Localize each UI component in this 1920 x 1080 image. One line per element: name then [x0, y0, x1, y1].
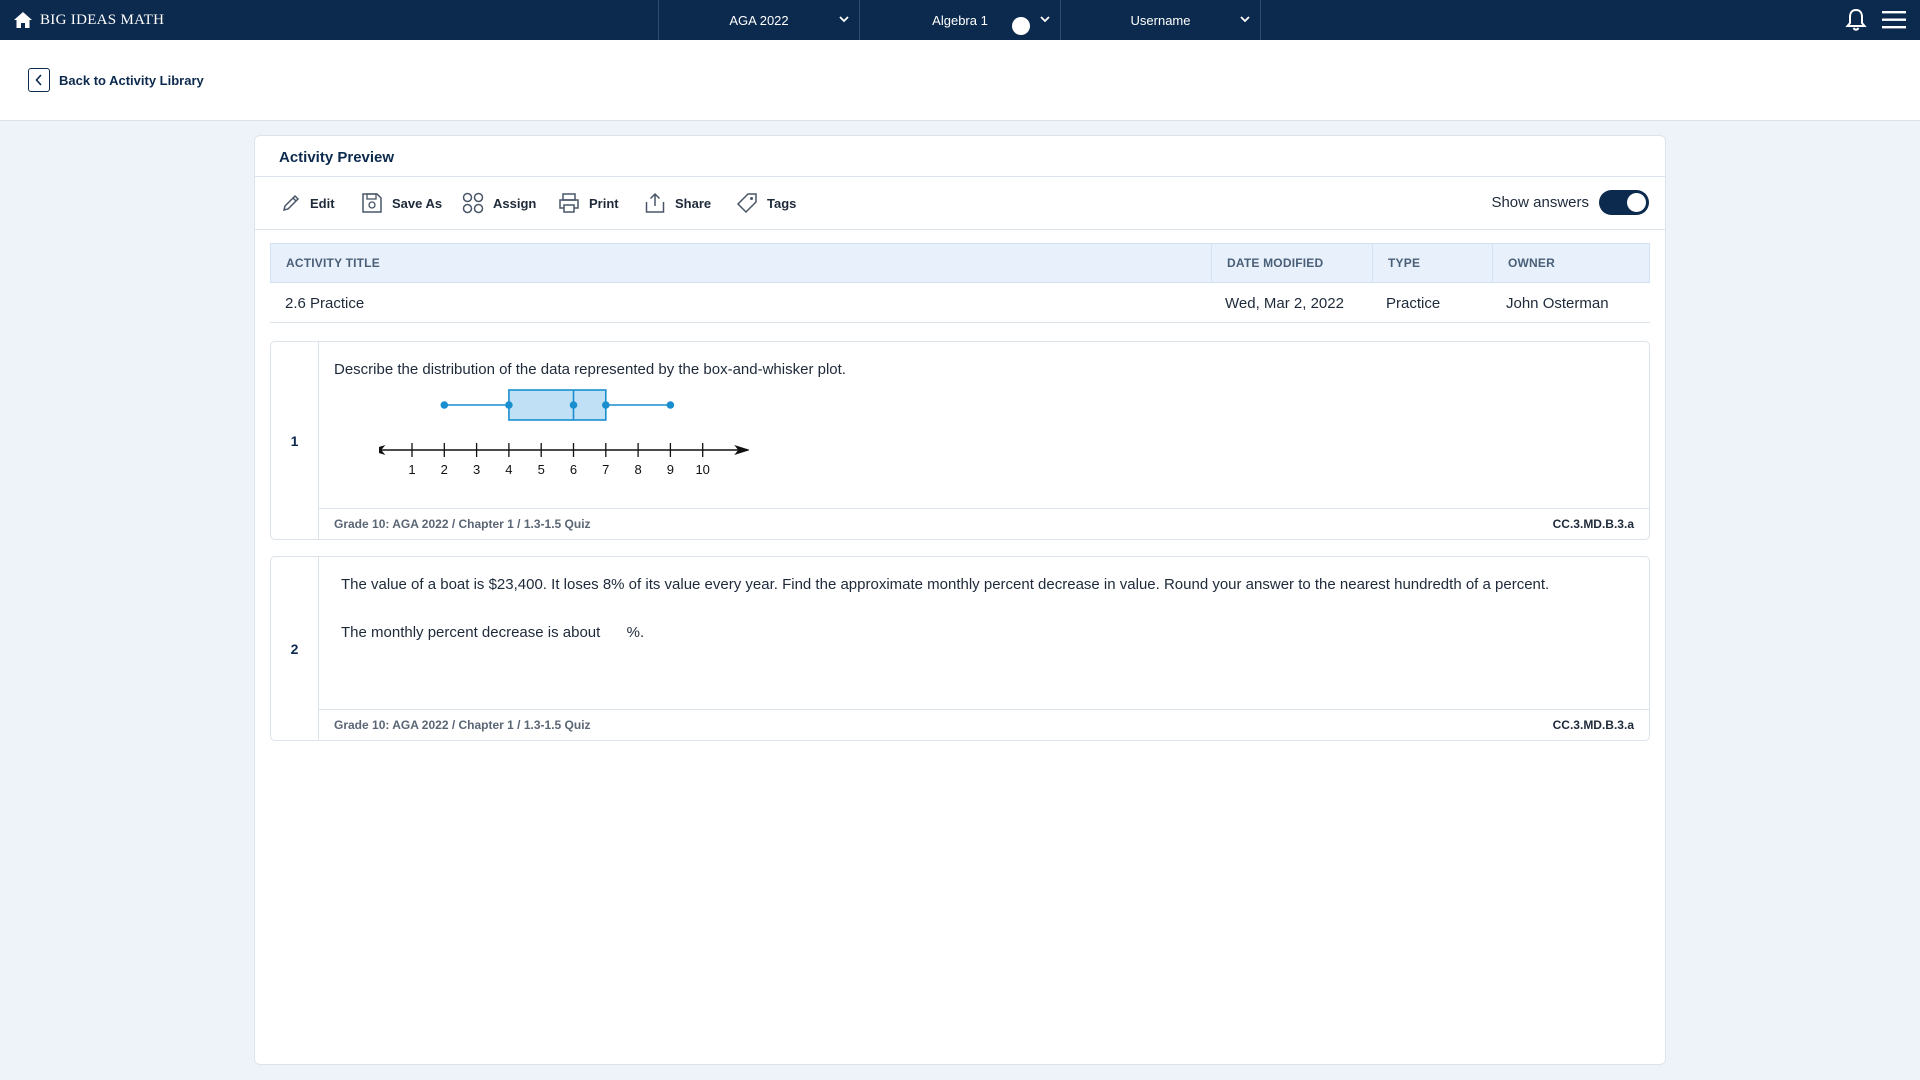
pencil-icon	[282, 194, 300, 212]
save-icon	[362, 193, 382, 213]
program-select[interactable]: AGA 2022	[658, 0, 859, 40]
activity-table: ACTIVITY TITLE DATE MODIFIED TYPE OWNER …	[270, 243, 1650, 323]
question-number: 2	[271, 557, 319, 740]
show-answers-control: Show answers	[1491, 190, 1649, 215]
chevron-down-icon	[1240, 16, 1250, 23]
axis-tick-label: 10	[695, 462, 709, 477]
question-footer: Grade 10: AGA 2022 / Chapter 1 / 1.3-1.5…	[319, 709, 1649, 740]
question-source: Grade 10: AGA 2022 / Chapter 1 / 1.3-1.5…	[334, 517, 591, 531]
activity-preview-card: Activity Preview Edit Save As Assign Pri…	[254, 135, 1666, 1065]
share-label: Share	[675, 195, 712, 211]
point-min	[440, 401, 449, 409]
print-label: Print	[589, 195, 619, 211]
cell-owner: John Osterman	[1506, 294, 1609, 312]
cell-date-modified: Wed, Mar 2, 2022	[1225, 294, 1344, 312]
program-select-label: AGA 2022	[729, 12, 789, 28]
user-select-label: Username	[1130, 12, 1191, 28]
back-to-library-link[interactable]: Back to Activity Library	[28, 68, 204, 92]
bell-icon[interactable]	[1845, 8, 1867, 32]
question-number: 1	[271, 342, 319, 539]
share-button[interactable]: Share	[644, 177, 711, 229]
axis-tick-label: 9	[667, 462, 674, 477]
point-q1	[505, 401, 513, 409]
toolbar: Edit Save As Assign Print Share Tags Sho…	[255, 177, 1665, 229]
chevron-down-icon	[839, 16, 849, 23]
question-source: Grade 10: AGA 2022 / Chapter 1 / 1.3-1.5…	[334, 718, 591, 732]
box-and-whisker-plot: 1 2 3 4 5 6 7 8 9 10	[379, 389, 749, 477]
share-icon	[645, 192, 665, 213]
assign-button[interactable]: Assign	[462, 177, 536, 229]
column-header-owner[interactable]: OWNER	[1492, 244, 1649, 282]
top-nav-bar: BIG IDEAS MATH AGA 2022 Algebra 1 Userna…	[0, 0, 1920, 40]
question-item: 2 The value of a boat is $23,400. It los…	[270, 556, 1650, 741]
question-standard: CC.3.MD.B.3.a	[1552, 517, 1634, 531]
tags-button[interactable]: Tags	[736, 177, 796, 229]
course-select-label: Algebra 1	[932, 12, 988, 28]
question-item: 1 Describe the distribution of the data …	[270, 341, 1650, 540]
app-title: BIG IDEAS MATH	[40, 11, 165, 28]
answer-suffix: %.	[626, 624, 645, 641]
tag-icon	[736, 193, 757, 214]
save-as-button[interactable]: Save As	[361, 177, 442, 229]
question-footer: Grade 10: AGA 2022 / Chapter 1 / 1.3-1.5…	[319, 508, 1649, 539]
show-answers-toggle[interactable]	[1599, 190, 1649, 215]
card-title: Activity Preview	[279, 149, 395, 166]
answer-sentence: The monthly percent decrease is about %.	[341, 624, 644, 641]
column-header-title[interactable]: ACTIVITY TITLE	[271, 244, 1211, 282]
question-standard: CC.3.MD.B.3.a	[1552, 718, 1634, 732]
axis-tick-label: 1	[408, 462, 415, 477]
edit-button[interactable]: Edit	[281, 177, 335, 229]
column-header-date[interactable]: DATE MODIFIED	[1211, 244, 1372, 282]
axis-tick-label: 4	[505, 462, 512, 477]
divider	[255, 229, 1665, 230]
cell-type: Practice	[1386, 294, 1441, 312]
question-text: Describe the distribution of the data re…	[334, 361, 846, 378]
point-median	[569, 401, 578, 409]
assign-label: Assign	[493, 195, 537, 211]
show-answers-label: Show answers	[1491, 194, 1589, 211]
print-button[interactable]: Print	[558, 177, 619, 229]
home-logo[interactable]: BIG IDEAS MATH	[14, 0, 164, 40]
cell-activity-title: 2.6 Practice	[285, 294, 365, 312]
axis-tick-label: 8	[634, 462, 641, 477]
assign-icon	[462, 192, 484, 214]
point-q3	[602, 401, 610, 409]
axis-tick-label: 2	[441, 462, 448, 477]
tags-label: Tags	[767, 195, 797, 211]
cursor-dot	[1012, 17, 1030, 35]
table-header: ACTIVITY TITLE DATE MODIFIED TYPE OWNER	[270, 243, 1650, 283]
course-select[interactable]: Algebra 1	[859, 0, 1060, 40]
question-text: The value of a boat is $23,400. It loses…	[341, 576, 1550, 593]
box-iqr	[508, 389, 607, 421]
save-as-label: Save As	[392, 195, 443, 211]
axis-tick-label: 5	[538, 462, 545, 477]
axis-tick-label: 6	[570, 462, 577, 477]
answer-prefix: The monthly percent decrease is about	[341, 624, 601, 641]
hamburger-menu-icon[interactable]	[1882, 10, 1906, 30]
toggle-knob	[1627, 193, 1646, 212]
point-max	[666, 401, 675, 409]
edit-label: Edit	[310, 195, 335, 211]
back-link-label: Back to Activity Library	[59, 72, 204, 88]
user-select[interactable]: Username	[1060, 0, 1261, 40]
column-header-type[interactable]: TYPE	[1372, 244, 1492, 282]
chevron-left-icon	[28, 68, 50, 92]
chevron-down-icon	[1040, 16, 1050, 23]
table-row: 2.6 Practice Wed, Mar 2, 2022 Practice J…	[270, 283, 1650, 323]
home-icon	[14, 12, 32, 28]
axis-tick-label: 7	[602, 462, 609, 477]
axis-tick-label: 3	[473, 462, 480, 477]
printer-icon	[559, 193, 579, 213]
sub-header: Back to Activity Library	[0, 40, 1920, 121]
